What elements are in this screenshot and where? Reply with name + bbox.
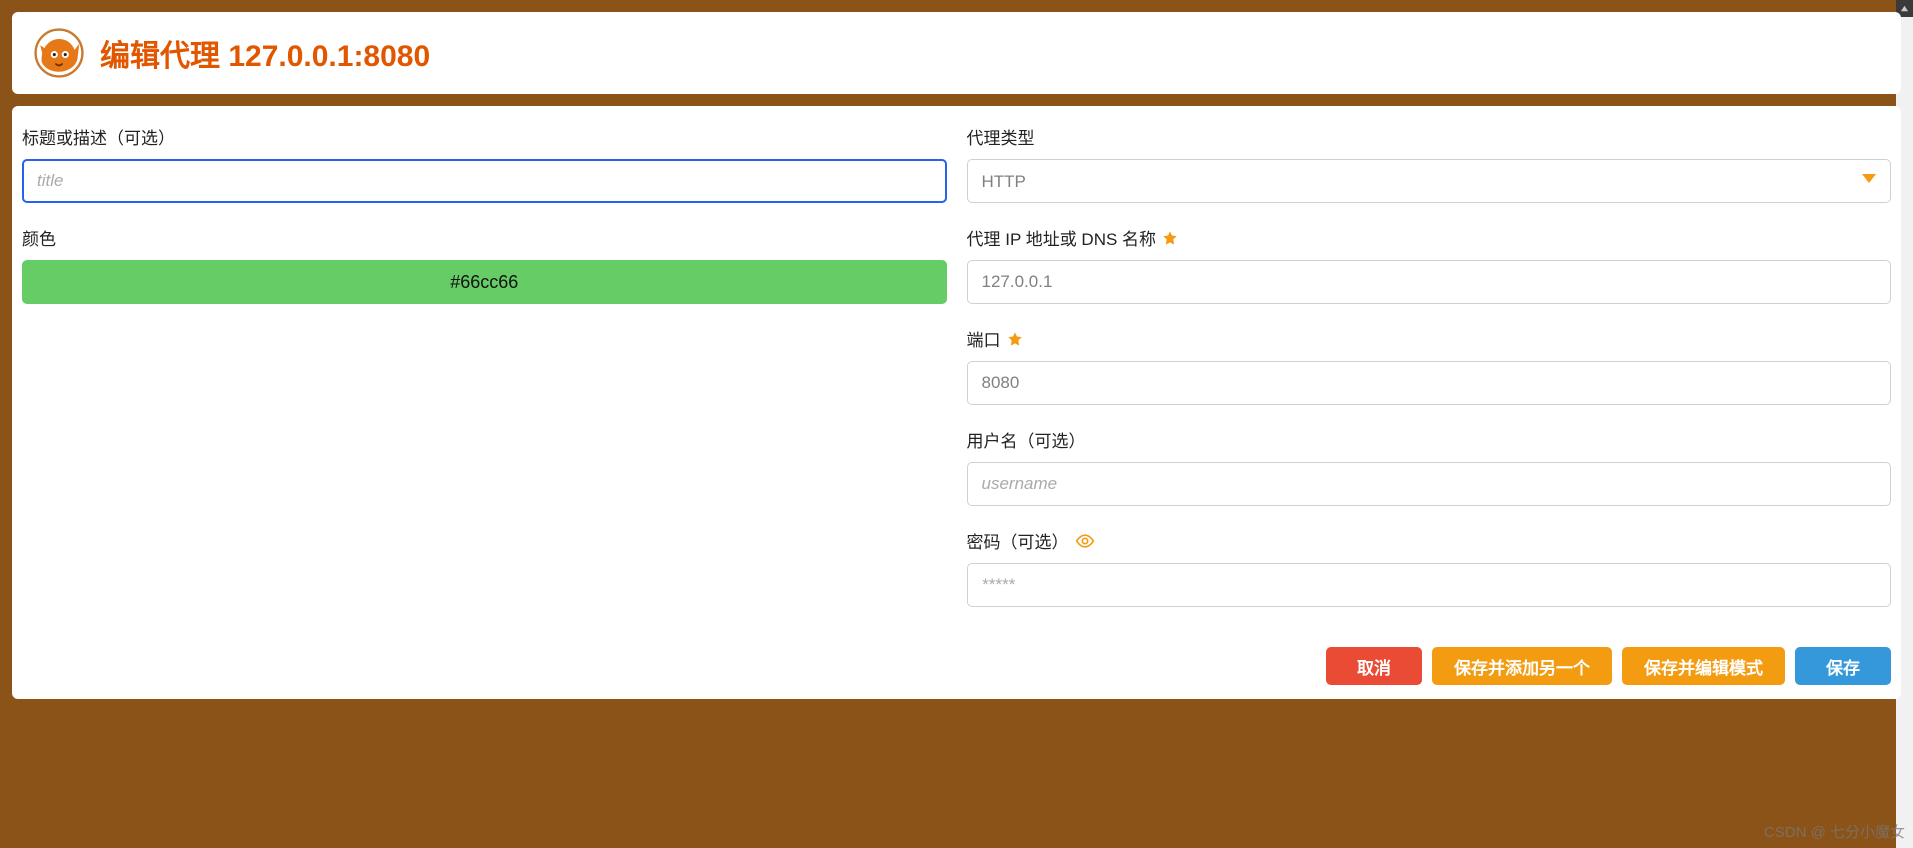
action-buttons: 取消 保存并添加另一个 保存并编辑模式 保存: [1326, 647, 1891, 685]
username-input[interactable]: [967, 462, 1892, 506]
username-label: 用户名（可选）: [967, 427, 1892, 452]
save-add-another-button[interactable]: 保存并添加另一个: [1432, 647, 1612, 685]
page-header: 编辑代理 127.0.0.1:8080: [12, 12, 1901, 94]
title-label: 标题或描述（可选）: [22, 124, 947, 149]
field-proxy-ip: 代理 IP 地址或 DNS 名称: [967, 225, 1892, 304]
foxyproxy-logo-icon: [34, 28, 84, 78]
field-username: 用户名（可选）: [967, 427, 1892, 506]
form-right-column: 代理类型 HTTP 代理 IP 地址或 DNS 名称: [967, 124, 1892, 629]
password-label: 密码（可选）: [967, 528, 1069, 553]
proxy-type-select[interactable]: HTTP: [967, 159, 1892, 203]
proxy-ip-label: 代理 IP 地址或 DNS 名称: [967, 225, 1157, 250]
field-title: 标题或描述（可选）: [22, 124, 947, 203]
proxy-type-label: 代理类型: [967, 124, 1892, 149]
color-label: 颜色: [22, 225, 947, 250]
save-edit-mode-button[interactable]: 保存并编辑模式: [1622, 647, 1785, 685]
field-color: 颜色 #66cc66: [22, 225, 947, 304]
field-password: 密码（可选）: [967, 528, 1892, 607]
field-port: 端口: [967, 326, 1892, 405]
port-input[interactable]: [967, 361, 1892, 405]
password-input[interactable]: [967, 563, 1892, 607]
port-label: 端口: [967, 326, 1001, 351]
proxy-ip-input[interactable]: [967, 260, 1892, 304]
title-input[interactable]: [22, 159, 947, 203]
field-proxy-type: 代理类型 HTTP: [967, 124, 1892, 203]
eye-icon[interactable]: [1075, 534, 1095, 548]
proxy-form: 标题或描述（可选） 颜色 #66cc66 代理类型 HTTP: [12, 106, 1901, 699]
required-star-icon: [1162, 230, 1178, 246]
save-button[interactable]: 保存: [1795, 647, 1891, 685]
cancel-button[interactable]: 取消: [1326, 647, 1422, 685]
form-left-column: 标题或描述（可选） 颜色 #66cc66: [22, 124, 947, 629]
color-swatch-button[interactable]: #66cc66: [22, 260, 947, 304]
page-title: 编辑代理 127.0.0.1:8080: [100, 31, 430, 75]
required-star-icon: [1007, 331, 1023, 347]
